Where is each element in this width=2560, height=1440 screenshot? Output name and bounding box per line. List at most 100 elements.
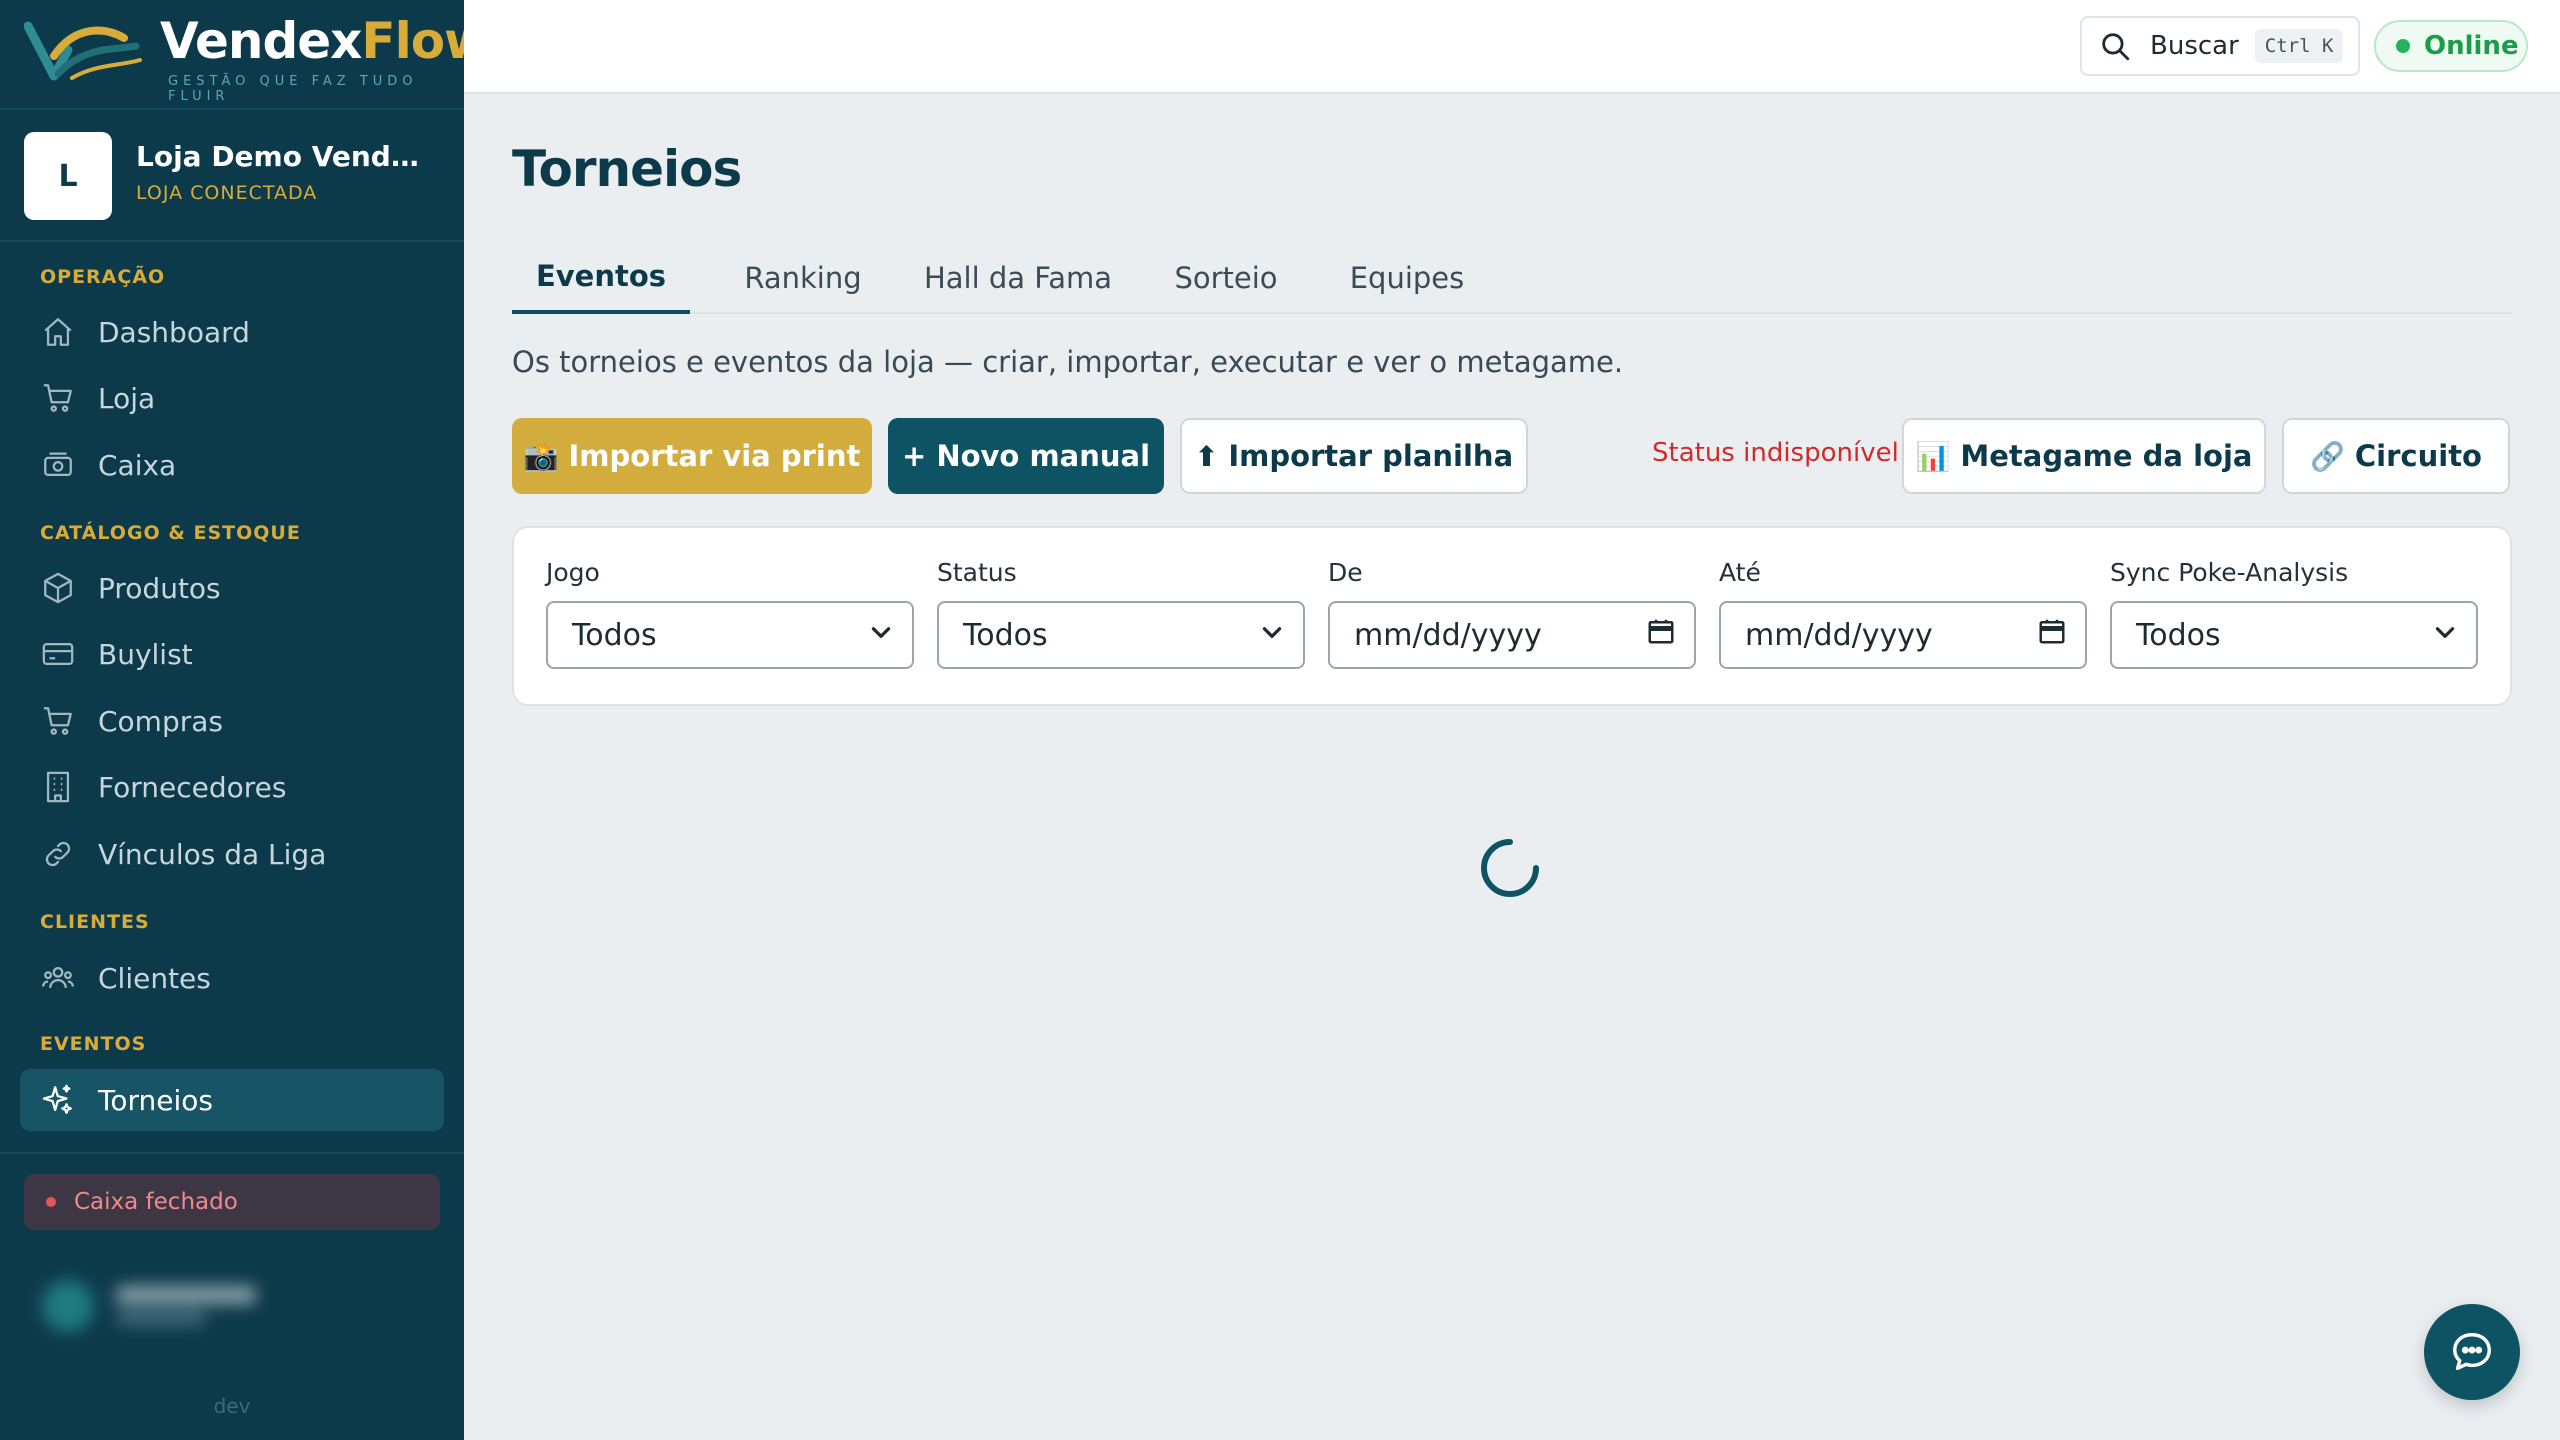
sidebar-item-label: Vínculos da Liga (98, 837, 327, 871)
import-sheet-label: Importar planilha (1228, 439, 1514, 473)
filter-sync: Sync Poke-Analysis Todos (2110, 558, 2478, 669)
calendar-icon[interactable] (1646, 616, 1676, 654)
chat-button[interactable] (2424, 1304, 2520, 1400)
top-bar: Buscar Ctrl K Online (464, 0, 2560, 94)
metagame-label: Metagame da loja (1960, 439, 2253, 473)
connection-status-badge: Online (2374, 20, 2528, 72)
card-icon (40, 636, 76, 672)
sidebar-item-produtos[interactable]: Produtos (20, 557, 444, 619)
section-label-catalogo: CATÁLOGO & ESTOQUE (40, 522, 301, 544)
search-icon (2102, 33, 2130, 61)
chevron-down-icon (868, 618, 894, 653)
sidebar-item-buylist[interactable]: Buylist (20, 623, 444, 685)
cart-icon (40, 380, 76, 416)
sidebar-item-caixa[interactable]: Caixa (20, 434, 444, 496)
import-print-button[interactable]: 📸 Importar via print (512, 418, 872, 494)
online-dot-icon (2396, 39, 2410, 53)
circuit-label: Circuito (2354, 439, 2482, 473)
search-button[interactable]: Buscar Ctrl K (2080, 16, 2360, 76)
tab-hall-da-fama[interactable]: Hall da Fama (908, 242, 1128, 314)
section-label-eventos: EVENTOS (40, 1033, 147, 1055)
sidebar-item-dashboard[interactable]: Dashboard (20, 301, 444, 363)
sidebar-divider (0, 1152, 464, 1154)
avatar (42, 1280, 94, 1332)
sidebar-item-fornecedores[interactable]: Fornecedores (20, 756, 444, 818)
chat-bubble-icon (2453, 1333, 2491, 1371)
page-description: Os torneios e eventos da loja — criar, i… (512, 345, 1624, 379)
metagame-button[interactable]: 📊 Metagame da loja (1902, 418, 2266, 494)
sidebar-item-label: Buylist (98, 637, 193, 671)
status-unavailable-text: Status indisponível (1652, 438, 1899, 468)
upload-arrow-icon: ⬆ (1194, 439, 1219, 473)
sidebar: VendexFlow GESTÃO QUE FAZ TUDO FLUIR L L… (0, 0, 490, 1440)
tab-eventos[interactable]: Eventos (512, 242, 690, 314)
sidebar-item-label: Loja (98, 381, 156, 415)
select-value: Todos (2136, 617, 2221, 653)
vendexflow-logo-icon (24, 21, 142, 81)
circuit-button[interactable]: 🔗 Circuito (2282, 418, 2510, 494)
calendar-icon[interactable] (2037, 616, 2067, 654)
sidebar-item-label: Fornecedores (98, 770, 287, 804)
select-value: Todos (963, 617, 1048, 653)
section-label-clientes: CLIENTES (40, 911, 150, 933)
to-date-input[interactable]: mm/dd/yyyy (1719, 601, 2087, 669)
sidebar-item-clientes[interactable]: Clientes (20, 947, 444, 1009)
tab-sorteio[interactable]: Sorteio (1152, 242, 1300, 314)
filter-label: Status (937, 558, 1017, 587)
connection-status-label: Online (2424, 31, 2519, 61)
filter-label: Até (1719, 558, 1761, 587)
brand-tagline: GESTÃO QUE FAZ TUDO FLUIR (168, 74, 418, 104)
sidebar-item-torneios[interactable]: Torneios (20, 1069, 444, 1131)
filter-de: De mm/dd/yyyy (1328, 558, 1696, 669)
cash-status-badge[interactable]: Caixa fechado (24, 1174, 440, 1230)
box-icon (40, 570, 76, 606)
tab-ranking[interactable]: Ranking (722, 242, 884, 314)
user-role-placeholder (116, 1312, 206, 1324)
brand-name: VendexFlow (160, 12, 490, 70)
sidebar-item-label: Caixa (98, 448, 177, 482)
game-select[interactable]: Todos (546, 601, 914, 669)
brand-header: VendexFlow GESTÃO QUE FAZ TUDO FLUIR (0, 0, 490, 110)
date-value: mm/dd/yyyy (1745, 617, 1933, 653)
import-sheet-button[interactable]: ⬆ Importar planilha (1180, 418, 1528, 494)
filter-status: Status Todos (937, 558, 1305, 669)
store-status: LOJA CONECTADA (136, 182, 318, 204)
user-profile-blurred[interactable] (28, 1268, 428, 1348)
users-icon (40, 960, 76, 996)
import-print-label: Importar via print (568, 439, 861, 473)
store-avatar: L (24, 132, 112, 220)
search-shortcut: Ctrl K (2254, 29, 2344, 63)
section-label-operacao: OPERAÇÃO (40, 266, 166, 288)
filter-label: De (1328, 558, 1363, 587)
camera-icon: 📸 (523, 439, 559, 473)
sidebar-item-compras[interactable]: Compras (20, 690, 444, 752)
page-title: Torneios (512, 140, 742, 198)
sidebar-item-label: Dashboard (98, 315, 250, 349)
link-icon: 🔗 (2310, 439, 2345, 473)
building-icon (40, 769, 76, 805)
cash-status-label: Caixa fechado (74, 1189, 238, 1215)
chevron-down-icon (2432, 618, 2458, 653)
sidebar-item-label: Clientes (98, 961, 211, 995)
sidebar-item-vinculos-liga[interactable]: Vínculos da Liga (20, 823, 444, 885)
filter-label: Sync Poke-Analysis (2110, 558, 2349, 587)
from-date-input[interactable]: mm/dd/yyyy (1328, 601, 1696, 669)
tab-bar: Eventos Ranking Hall da Fama Sorteio Equ… (512, 242, 2512, 314)
select-value: Todos (572, 617, 657, 653)
home-icon (40, 314, 76, 350)
sync-select[interactable]: Todos (2110, 601, 2478, 669)
loading-spinner-icon (1481, 839, 1539, 897)
sidebar-item-loja[interactable]: Loja (20, 367, 444, 429)
store-card[interactable]: L Loja Demo VendexFlow LOJA CONECTADA (0, 110, 464, 242)
search-label: Buscar (2150, 31, 2239, 61)
sidebar-item-label: Compras (98, 704, 223, 738)
filter-ate: Até mm/dd/yyyy (1719, 558, 2087, 669)
cash-register-icon (40, 447, 76, 483)
bar-chart-icon: 📊 (1915, 439, 1951, 473)
chevron-down-icon (1259, 618, 1285, 653)
status-select[interactable]: Todos (937, 601, 1305, 669)
new-manual-button[interactable]: + Novo manual (888, 418, 1164, 494)
tab-equipes[interactable]: Equipes (1324, 242, 1490, 314)
sparkles-icon (40, 1082, 76, 1118)
store-name: Loja Demo VendexFlow (136, 140, 436, 173)
